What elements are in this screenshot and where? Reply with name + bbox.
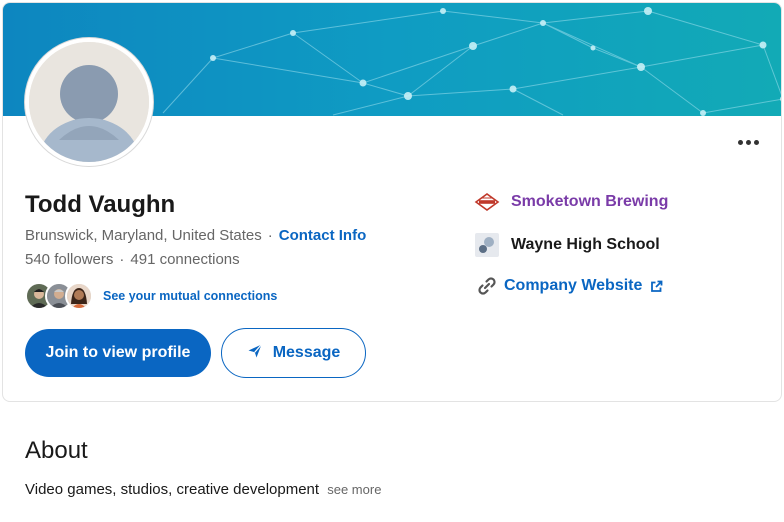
school-name: Wayne High School <box>511 236 660 253</box>
contact-info-link[interactable]: Contact Info <box>279 227 367 244</box>
school-logo-icon <box>474 232 500 258</box>
profile-name: Todd Vaughn <box>25 191 176 218</box>
about-heading: About <box>25 437 88 464</box>
mutual-avatars <box>25 282 93 310</box>
message-button[interactable]: Message <box>221 328 366 378</box>
mutual-connections-label: See your mutual connections <box>103 289 278 303</box>
company-website-label: Company Website <box>504 277 643 294</box>
avatar <box>25 38 153 166</box>
company-name: Smoketown Brewing <box>511 193 669 210</box>
profile-stats: 540 followers · 491 connections <box>25 251 240 268</box>
see-more-link[interactable]: see more <box>327 482 381 497</box>
about-text: Video games, studios, creative developme… <box>25 481 320 498</box>
message-label: Message <box>272 344 341 361</box>
followers-count: 540 followers <box>25 251 114 268</box>
profile-location-line: Brunswick, Maryland, United States · Conta… <box>25 227 366 244</box>
separator: · <box>119 251 125 268</box>
connections-count: 491 connections <box>130 251 240 268</box>
mutual-connections-link[interactable]: See your mutual connections <box>25 280 277 312</box>
about-summary: Video games, studios, creative developme… <box>25 481 381 498</box>
mutual-avatar <box>65 282 93 310</box>
separator: · <box>267 227 273 244</box>
school-item: Wayne High School <box>474 231 660 259</box>
ellipsis-icon <box>737 139 743 145</box>
current-company-link[interactable]: Smoketown Brewing <box>474 188 668 216</box>
company-website-link[interactable]: Company Website <box>474 272 663 300</box>
more-options-button[interactable] <box>731 128 765 156</box>
send-icon <box>247 343 263 364</box>
profile-location: Brunswick, Maryland, United States <box>25 227 262 244</box>
company-logo-icon <box>474 189 500 215</box>
external-link-icon <box>650 280 663 293</box>
link-icon <box>474 273 500 299</box>
join-to-view-profile-button[interactable]: Join to view profile <box>25 329 211 377</box>
